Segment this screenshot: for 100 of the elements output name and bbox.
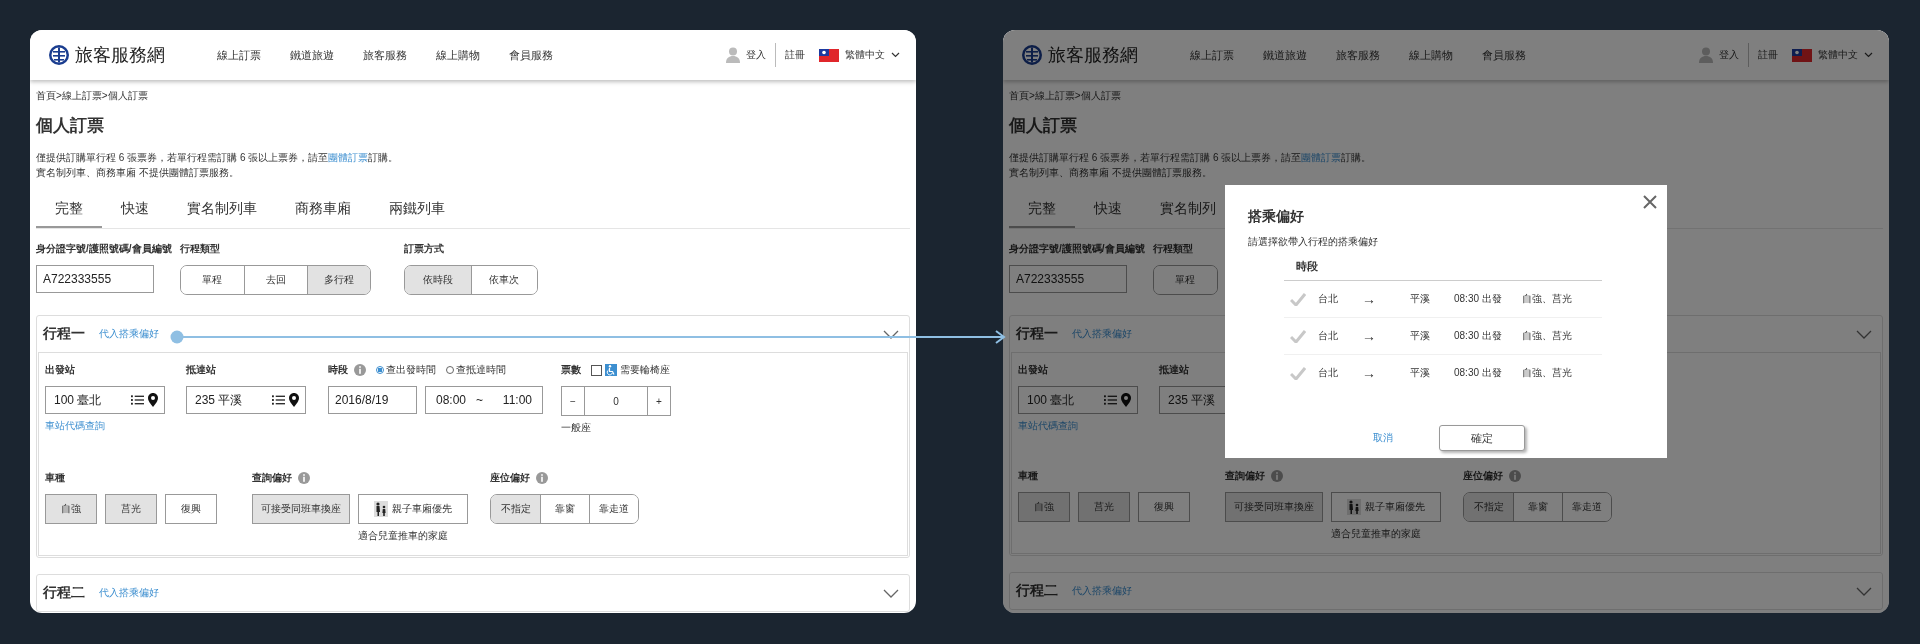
time-range-field[interactable]: 08:00 ~ 11:00 — [425, 386, 543, 414]
chevron-down-icon[interactable] — [883, 329, 899, 339]
tab[interactable]: 實名制列 — [1141, 194, 1235, 228]
dialog-subtitle: 請選擇欲帶入行程的搭乘偏好 — [1248, 235, 1379, 249]
chevron-down-icon[interactable] — [891, 52, 900, 58]
station-field[interactable]: 100 臺北 — [45, 386, 165, 414]
train-type-option[interactable]: 復興 — [165, 494, 217, 524]
query-preference-option[interactable]: 可接受同班車換座 — [252, 494, 350, 524]
field-label: 行程類型 — [1152, 242, 1193, 256]
table-cell-text: 08:30 出發 — [1454, 292, 1503, 306]
nav-link[interactable]: 會員服務 — [1482, 47, 1526, 63]
chevron-down-icon[interactable] — [883, 588, 899, 598]
cancel-link[interactable]: 取消 — [1367, 430, 1399, 446]
table-cell-text: 台北 — [1318, 292, 1339, 306]
info-icon — [298, 472, 310, 484]
field-label: 車種 — [1018, 469, 1038, 483]
check-icon[interactable] — [1290, 329, 1306, 343]
radio-option[interactable]: 查抵達時間 — [446, 363, 506, 377]
info-icon — [1509, 470, 1521, 482]
nav-link[interactable]: 線上訂票 — [1190, 47, 1234, 63]
table-cell-text: 平溪 — [1410, 329, 1431, 343]
train-type-option[interactable]: 自強 — [1018, 492, 1070, 522]
tab[interactable]: 商務車廂 — [276, 194, 370, 228]
id-input-field[interactable]: A722333555 — [36, 265, 154, 293]
query-preference-option[interactable]: 親子車廂優先 — [358, 494, 468, 524]
station-code-link[interactable]: 車站代碼查詢 — [45, 419, 105, 433]
field-label: 票數 — [561, 363, 581, 377]
nav-link[interactable]: 旅客服務 — [1336, 47, 1380, 63]
tab[interactable]: 快速 — [102, 194, 168, 228]
table-cell-text: 台北 — [1318, 366, 1339, 380]
seat-class-label: 一般座 — [561, 421, 591, 435]
radio-option[interactable]: 查出發時間 — [376, 363, 436, 377]
confirm-button[interactable]: 確定 — [1439, 425, 1525, 451]
family-icon — [1347, 499, 1361, 515]
group-booking-link[interactable]: 團體訂票 — [328, 152, 369, 163]
trip-title: 行程二 — [43, 584, 85, 602]
date-field[interactable]: 2016/8/19 — [328, 386, 417, 414]
nav-link[interactable]: 線上購物 — [1409, 47, 1453, 63]
tab[interactable]: 兩鐵列車 — [370, 194, 464, 228]
segment-option[interactable]: 靠走道 — [589, 495, 638, 523]
list-icon[interactable] — [131, 394, 144, 406]
family-icon — [374, 501, 388, 517]
field-label: 訂票方式 — [403, 242, 444, 256]
prefill-link[interactable]: 代入搭乘偏好 — [99, 327, 159, 341]
nav-link[interactable]: 旅客服務 — [363, 47, 407, 63]
register-link[interactable]: 註冊 — [1758, 48, 1778, 62]
table-cell-text: 08:30 出發 — [1454, 329, 1503, 343]
table-cell-text: 平溪 — [1410, 366, 1431, 380]
language-selector[interactable]: 繁體中文 — [1818, 48, 1858, 62]
login-link[interactable]: 登入 — [746, 48, 766, 62]
field-label: 查詢偏好 — [1225, 469, 1265, 483]
nav-link[interactable]: 線上訂票 — [217, 47, 261, 63]
tab[interactable]: 實名制列車 — [168, 194, 276, 228]
site-logo-text[interactable]: 旅客服務網 — [75, 43, 165, 67]
wheelchair-checkbox[interactable] — [591, 364, 602, 376]
arrow-glyph: → — [1362, 291, 1377, 307]
train-type-option[interactable]: 莒光 — [105, 494, 157, 524]
option-note: 適合兒童推車的家庭 — [358, 529, 448, 543]
table-cell-text: 08:30 出發 — [1454, 366, 1503, 380]
login-link[interactable]: 登入 — [1719, 48, 1739, 62]
segment-option[interactable]: 靠走道 — [1562, 493, 1611, 521]
nav-link[interactable]: 鐵道旅遊 — [290, 47, 334, 63]
nav-link[interactable]: 鐵道旅遊 — [1263, 47, 1307, 63]
field-label: 抵達站 — [1159, 363, 1189, 377]
prefill-link[interactable]: 代入搭乘偏好 — [99, 586, 159, 600]
nav-link[interactable]: 線上購物 — [436, 47, 480, 63]
tab[interactable]: 完整 — [36, 194, 102, 228]
field-label: 座位偏好 — [490, 471, 530, 485]
train-type-option[interactable]: 莒光 — [1078, 492, 1130, 522]
segment-option[interactable]: 依時段 — [404, 266, 471, 294]
segment-option[interactable]: 單程 — [1153, 266, 1217, 294]
segment-option[interactable]: 不指定 — [1464, 493, 1513, 521]
segment-option[interactable]: 不指定 — [491, 495, 540, 523]
tab[interactable]: 完整 — [1009, 194, 1075, 228]
language-selector[interactable]: 繁體中文 — [845, 48, 885, 62]
segment-option[interactable]: 多行程 — [306, 266, 370, 294]
id-input-field[interactable]: A722333555 — [1009, 265, 1127, 293]
register-link[interactable]: 註冊 — [785, 48, 805, 62]
logo-icon — [48, 44, 70, 66]
field-label: 身分證字號/護照號碼/會員編號 — [1009, 242, 1145, 256]
list-icon[interactable] — [272, 394, 285, 406]
arrow-glyph: → — [1362, 365, 1377, 381]
query-preference-option[interactable]: 親子車廂優先 — [1331, 492, 1441, 522]
notice-text: 實名制列車、商務車廂 不提供團體訂票服務。 — [1009, 166, 1213, 180]
map-pin-icon[interactable] — [289, 393, 299, 407]
query-preference-option[interactable]: 可接受同班車換座 — [1225, 492, 1323, 522]
segment-option[interactable]: 依車次 — [470, 266, 537, 294]
table-cell: 自強、莒光 — [1522, 366, 1572, 380]
train-type-option[interactable]: 復興 — [1138, 492, 1190, 522]
check-icon[interactable] — [1290, 292, 1306, 306]
check-icon[interactable] — [1290, 366, 1306, 380]
nav-link[interactable]: 會員服務 — [509, 47, 553, 63]
site-logo-text[interactable]: 旅客服務網 — [1048, 43, 1138, 67]
map-pin-icon[interactable] — [148, 393, 158, 407]
train-type-option[interactable]: 自強 — [45, 494, 97, 524]
notice-text: 僅提供訂購單行程 6 張票券，若單行程需訂購 6 張以上票券，請至團體訂票訂購。 — [1009, 151, 1373, 165]
close-icon[interactable] — [1643, 195, 1657, 209]
field-label: 抵達站 — [186, 363, 216, 377]
station-field[interactable]: 235 平溪 — [186, 386, 306, 414]
tab[interactable]: 快速 — [1075, 194, 1141, 228]
